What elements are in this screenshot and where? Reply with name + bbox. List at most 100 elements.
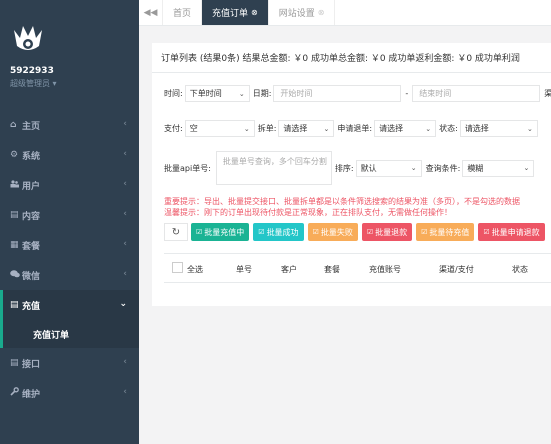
start-date-input[interactable]: 开始时间 <box>273 85 402 102</box>
chevron-down-icon: ⌄ <box>523 164 530 172</box>
sidebar-item-wechat[interactable]: 微信 ‹ <box>0 260 139 290</box>
sidebar-nav: ⌂ 主页 ‹ ⚙ 系统 ‹ 用户 ‹ ▤ 内容 ‹ ▦ 套餐 ‹ 微信 ‹ ▤ … <box>0 110 139 408</box>
username[interactable]: 5922933 <box>10 66 54 76</box>
warning-tip: 温馨提示：刚下的订单出现待付款是正常现象，正在排队支付，无需做任何操作！ <box>164 208 452 217</box>
sidebar-subitem-recharge-orders[interactable]: 充值订单 <box>0 320 139 348</box>
header-customer: 客户 <box>281 265 297 274</box>
pay-value: 空 <box>189 124 198 133</box>
sidebar-item-label: 接口 <box>22 359 41 370</box>
chevron-down-icon: ⌄ <box>526 124 533 133</box>
file-icon: ▤ <box>10 210 19 220</box>
split-value: 请选择 <box>283 124 308 133</box>
filter-row-api: 批量api单号: 批量单号查询，多个回车分割 排序: 默认 ⌄ 查询条件: 模糊… <box>164 151 535 185</box>
date-separator: - <box>405 89 409 98</box>
chevron-down-icon: ⌄ <box>243 124 250 133</box>
file-icon: ▤ <box>10 300 19 310</box>
chevron-down-icon: ⌄ <box>238 89 245 98</box>
pay-select[interactable]: 空 ⌄ <box>184 120 255 137</box>
tab-site-settings[interactable]: 网站设置 ⊗ <box>269 0 336 25</box>
batch-request-refund-button[interactable]: ☑ 批量申请退款 <box>478 223 545 241</box>
split-label: 拆单: <box>257 124 277 133</box>
sidebar-item-system[interactable]: ⚙ 系统 ‹ <box>0 140 139 170</box>
tab-label: 首页 <box>173 9 192 19</box>
sidebar-item-label: 套餐 <box>22 241 41 252</box>
sidebar-item-label: 用户 <box>22 181 41 192</box>
condition-label: 查询条件: <box>425 163 461 173</box>
header-package: 套餐 <box>324 265 340 274</box>
sidebar-item-users[interactable]: 用户 ‹ <box>0 170 139 200</box>
condition-value: 模糊 <box>467 163 484 173</box>
refresh-icon: ↻ <box>171 226 181 238</box>
batch-processing-button[interactable]: ☑ 批量充值中 <box>191 223 250 241</box>
sort-value: 默认 <box>360 163 377 173</box>
time-type-select[interactable]: 下单时间 ⌄ <box>184 85 250 102</box>
api-label: 批量api单号: <box>164 163 211 173</box>
chevron-down-icon: ⌄ <box>323 124 330 133</box>
channel-label: 渠 <box>544 89 551 98</box>
refund-value: 请选择 <box>379 124 404 133</box>
batch-success-button[interactable]: ☑ 批量成功 <box>253 223 304 241</box>
refresh-button[interactable]: ↻ <box>164 223 188 241</box>
chevron-left-icon: ‹ <box>123 179 127 189</box>
split-select[interactable]: 请选择 ⌄ <box>278 120 335 137</box>
gear-icon: ⚙ <box>10 150 19 160</box>
refund-select[interactable]: 请选择 ⌄ <box>374 120 437 137</box>
tab-recharge-orders[interactable]: 充值订单 ⊗ <box>202 0 269 25</box>
tab-scroll-left-button[interactable]: ◀◀ <box>139 0 163 25</box>
tab-home[interactable]: 首页 <box>163 0 203 25</box>
header-channel-pay: 渠道/支付 <box>439 265 474 274</box>
sidebar-item-home[interactable]: ⌂ 主页 ‹ <box>0 110 139 140</box>
check-square-icon: ☑ <box>366 228 374 236</box>
sidebar-item-label: 维护 <box>22 389 41 400</box>
header-status: 状态 <box>512 265 528 274</box>
order-summary: 订单列表 (结果0条) 结果总金额: ￥0 成功单总金额: ￥0 成功单返利金额… <box>152 43 551 73</box>
sidebar-item-maintenance[interactable]: 维护 ‹ <box>0 378 139 408</box>
sort-select[interactable]: 默认 ⌄ <box>355 159 422 177</box>
chevron-left-icon: ‹ <box>123 149 127 159</box>
sidebar-item-recharge[interactable]: ▤ 充值 ⌄ <box>0 290 139 320</box>
user-role[interactable]: 超级管理员 ▾ <box>10 78 57 89</box>
profile-area: 5922933 超级管理员 ▾ <box>0 0 139 104</box>
sidebar-item-label: 充值 <box>22 301 41 312</box>
select-all-checkbox[interactable] <box>172 262 183 273</box>
chevron-left-icon: ‹ <box>123 239 127 249</box>
button-label: 批量充值中 <box>204 227 245 237</box>
api-order-textarea[interactable]: 批量单号查询，多个回车分割 <box>215 151 332 185</box>
sidebar-item-content[interactable]: ▤ 内容 ‹ <box>0 200 139 230</box>
avatar[interactable] <box>10 22 46 58</box>
sidebar-item-package[interactable]: ▦ 套餐 ‹ <box>0 230 139 260</box>
chevron-left-icon: ‹ <box>123 357 127 367</box>
button-label: 批量申请退款 <box>491 227 540 237</box>
end-date-input[interactable]: 结束时间 <box>412 85 541 102</box>
header-select-all[interactable]: 全选 <box>187 264 203 275</box>
sidebar-item-api[interactable]: ▤ 接口 ‹ <box>0 348 139 378</box>
home-icon: ⌂ <box>10 120 17 130</box>
button-label: 批量退款 <box>375 227 408 237</box>
status-value: 请选择 <box>464 124 489 133</box>
status-select[interactable]: 请选择 ⌄ <box>459 120 538 137</box>
file-icon: ▤ <box>10 358 19 368</box>
tab-bar: ◀◀ 首页 充值订单 ⊗ 网站设置 ⊗ <box>139 0 551 26</box>
button-label: 批量待充值 <box>429 227 470 237</box>
condition-select[interactable]: 模糊 ⌄ <box>462 159 535 177</box>
sidebar: 5922933 超级管理员 ▾ ⌂ 主页 ‹ ⚙ 系统 ‹ 用户 ‹ ▤ 内容 … <box>0 0 139 444</box>
filter-row-status: 支付: 空 ⌄ 拆单: 请选择 ⌄ 申请退单: 请选择 ⌄ 状态: 请选择 ⌄ <box>164 120 538 137</box>
batch-fail-button[interactable]: ☑ 批量失败 <box>307 223 358 241</box>
chevron-left-icon: ‹ <box>123 209 127 219</box>
status-label: 状态: <box>439 124 458 133</box>
batch-pending-button[interactable]: ☑ 批量待充值 <box>416 223 475 241</box>
chevron-left-icon: ‹ <box>123 269 127 279</box>
button-label: 批量成功 <box>266 227 299 237</box>
filter-row-time: 时间: 下单时间 ⌄ 日期: 开始时间 - 结束时间 渠 <box>164 85 551 102</box>
check-square-icon: ☑ <box>258 228 265 236</box>
batch-refund-button[interactable]: ☑ 批量退款 <box>361 223 413 241</box>
tab-label: 充值订单 <box>212 9 249 19</box>
sidebar-item-label: 系统 <box>22 151 41 162</box>
close-icon[interactable]: ⊗ <box>251 8 258 17</box>
sidebar-item-label: 主页 <box>22 121 41 132</box>
chat-icon <box>10 269 22 281</box>
close-icon[interactable]: ⊗ <box>318 8 325 17</box>
header-order-no: 单号 <box>236 265 252 274</box>
warning-notice: 重要提示：导出、批量提交接口、批量拆单都是以条件筛选搜索的结果为准（多页），不是… <box>164 196 520 218</box>
check-square-icon: ☑ <box>421 228 428 236</box>
